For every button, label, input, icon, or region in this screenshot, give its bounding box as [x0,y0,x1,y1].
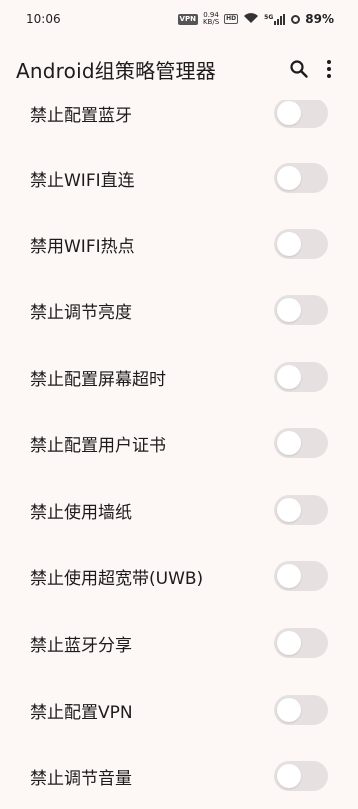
setting-row[interactable]: 禁止使用超宽带(UWB) [0,543,358,609]
setting-label: 禁止调节音量 [30,768,132,789]
setting-row[interactable]: 禁止配置VPN [0,677,358,743]
setting-toggle[interactable] [274,362,328,392]
signal-icon: 5G [264,13,286,25]
status-bar: 10:06 VPN 0.94 KB/S HD 5G 89% [0,0,358,38]
toggle-thumb [277,431,301,455]
settings-list[interactable]: 禁止配置蓝牙 禁止WIFI直连 禁用WIFI热点 禁止调节亮度 禁止配置屏幕超时… [0,0,358,800]
vpn-icon: VPN [177,13,198,25]
app-bar: Android组策略管理器 [0,38,358,100]
toggle-thumb [277,498,301,522]
toggle-thumb [277,564,301,588]
status-time: 10:06 [26,12,61,26]
net-speed-unit: KB/S [202,18,220,26]
setting-toggle[interactable] [274,98,328,128]
net-speed: 0.94 KB/S [203,12,219,26]
setting-row[interactable]: 禁止调节音量 [0,743,358,809]
battery-icon [291,14,301,24]
toggle-thumb [277,298,301,322]
battery-level: 89% [305,12,334,26]
setting-toggle[interactable] [274,628,328,658]
setting-label: 禁止配置屏幕超时 [30,369,166,390]
more-options-button[interactable] [314,49,344,89]
toggle-thumb [277,631,301,655]
setting-row[interactable]: 禁止使用墙纸 [0,477,358,543]
toggle-thumb [277,698,301,722]
setting-label: 禁止配置用户证书 [30,435,166,456]
setting-label: 禁止配置VPN [30,702,133,723]
setting-row[interactable]: 禁用WIFI热点 [0,211,358,277]
setting-label: 禁止WIFI直连 [30,170,135,191]
toggle-thumb [277,764,301,788]
toggle-thumb [277,365,301,389]
setting-row[interactable]: 禁止配置用户证书 [0,410,358,476]
setting-toggle[interactable] [274,695,328,725]
setting-label: 禁用WIFI热点 [30,236,135,257]
toggle-thumb [277,101,301,125]
setting-toggle[interactable] [274,495,328,525]
setting-toggle[interactable] [274,295,328,325]
setting-label: 禁止使用超宽带(UWB) [30,568,204,589]
wifi-icon [243,12,259,27]
toggle-thumb [277,232,301,256]
setting-toggle[interactable] [274,428,328,458]
setting-label: 禁止配置蓝牙 [30,105,132,126]
search-icon [290,60,308,78]
setting-row[interactable]: 禁止配置屏幕超时 [0,344,358,410]
status-icons: VPN 0.94 KB/S HD 5G 89% [177,12,334,27]
setting-toggle[interactable] [274,761,328,791]
setting-label: 禁止使用墙纸 [30,502,132,523]
more-vert-icon [327,60,331,78]
signal-type: 5G [264,13,274,21]
hd-icon: HD [224,14,239,24]
search-button[interactable] [284,49,314,89]
setting-row[interactable]: 禁止蓝牙分享 [0,610,358,676]
setting-toggle[interactable] [274,163,328,193]
toggle-thumb [277,166,301,190]
setting-toggle[interactable] [274,229,328,259]
setting-label: 禁止调节亮度 [30,302,132,323]
app-title: Android组策略管理器 [16,58,216,83]
setting-row[interactable]: 禁止WIFI直连 [0,145,358,211]
setting-label: 禁止蓝牙分享 [30,635,132,656]
setting-toggle[interactable] [274,561,328,591]
setting-row[interactable]: 禁止调节亮度 [0,277,358,343]
